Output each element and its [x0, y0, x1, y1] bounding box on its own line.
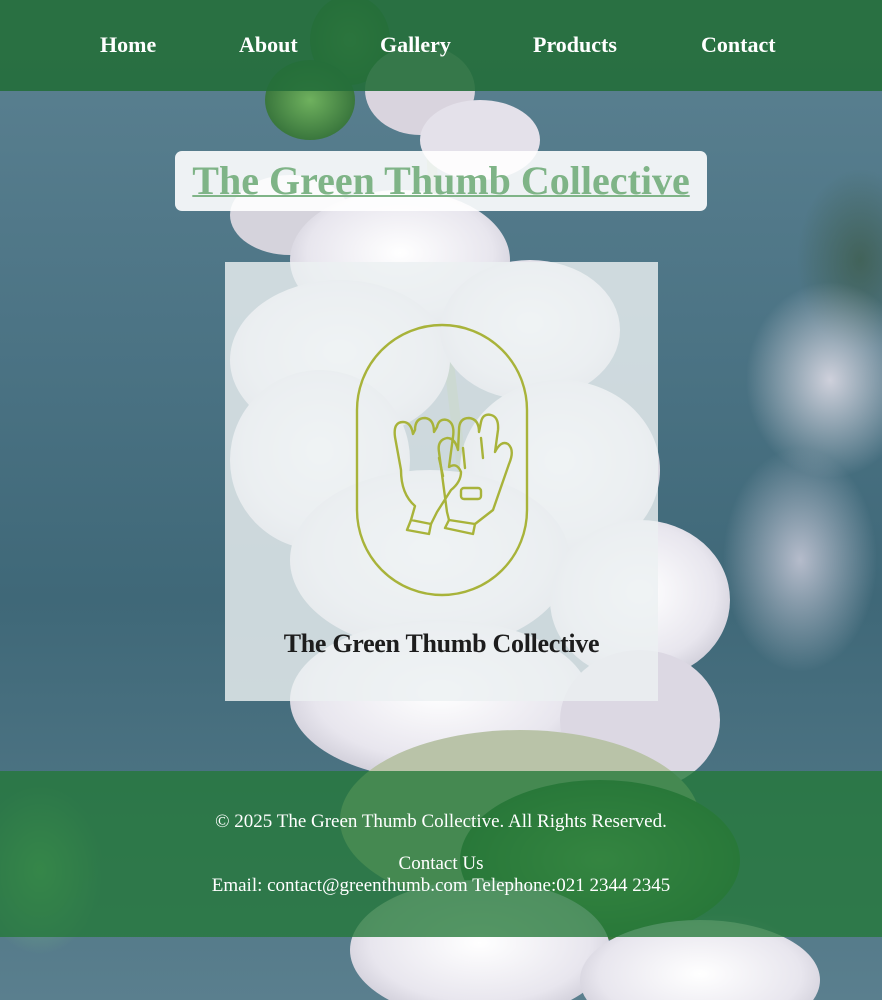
telephone-number: 021 2344 2345 [556, 875, 671, 896]
contact-details: Email: contact@greenthumb.com Telephone:… [0, 875, 882, 897]
site-footer: © 2025 The Green Thumb Collective. All R… [0, 771, 882, 937]
nav-contact-link[interactable]: Contact [701, 32, 776, 58]
logo-card: The Green Thumb Collective [225, 262, 658, 701]
copyright-text: © 2025 The Green Thumb Collective. All R… [215, 811, 667, 832]
site-title-box: The Green Thumb Collective [175, 151, 707, 211]
nav-home-link[interactable]: Home [100, 32, 156, 58]
email-link[interactable]: contact@greenthumb.com [267, 875, 468, 896]
top-nav: Home About Gallery Products Contact [0, 0, 882, 91]
telephone-label: Telephone: [472, 875, 557, 896]
email-label: Email: [211, 875, 263, 896]
contact-heading: Contact Us [398, 853, 484, 874]
nav-about-link[interactable]: About [239, 32, 298, 58]
site-title-link[interactable]: The Green Thumb Collective [175, 157, 707, 204]
nav-products-link[interactable]: Products [533, 32, 617, 58]
nav-gallery-link[interactable]: Gallery [380, 32, 451, 58]
logo-wordmark: The Green Thumb Collective [283, 629, 600, 658]
